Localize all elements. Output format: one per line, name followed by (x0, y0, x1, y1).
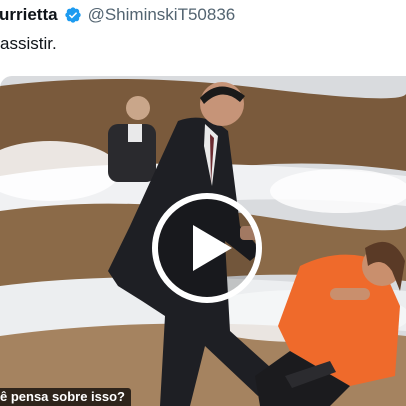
tweet-header: urrietta @ShiminskiT50836 (0, 0, 406, 30)
tweet-text: assistir. (0, 34, 57, 53)
video-caption: ê pensa sobre isso? (0, 388, 131, 406)
play-button[interactable] (148, 189, 266, 307)
author-display-name[interactable]: urrietta (0, 5, 58, 25)
verified-badge-icon (64, 6, 82, 24)
video-player[interactable]: ê pensa sobre isso? (0, 76, 406, 406)
author-handle[interactable]: @ShiminskiT50836 (88, 5, 236, 25)
play-icon (152, 193, 262, 303)
